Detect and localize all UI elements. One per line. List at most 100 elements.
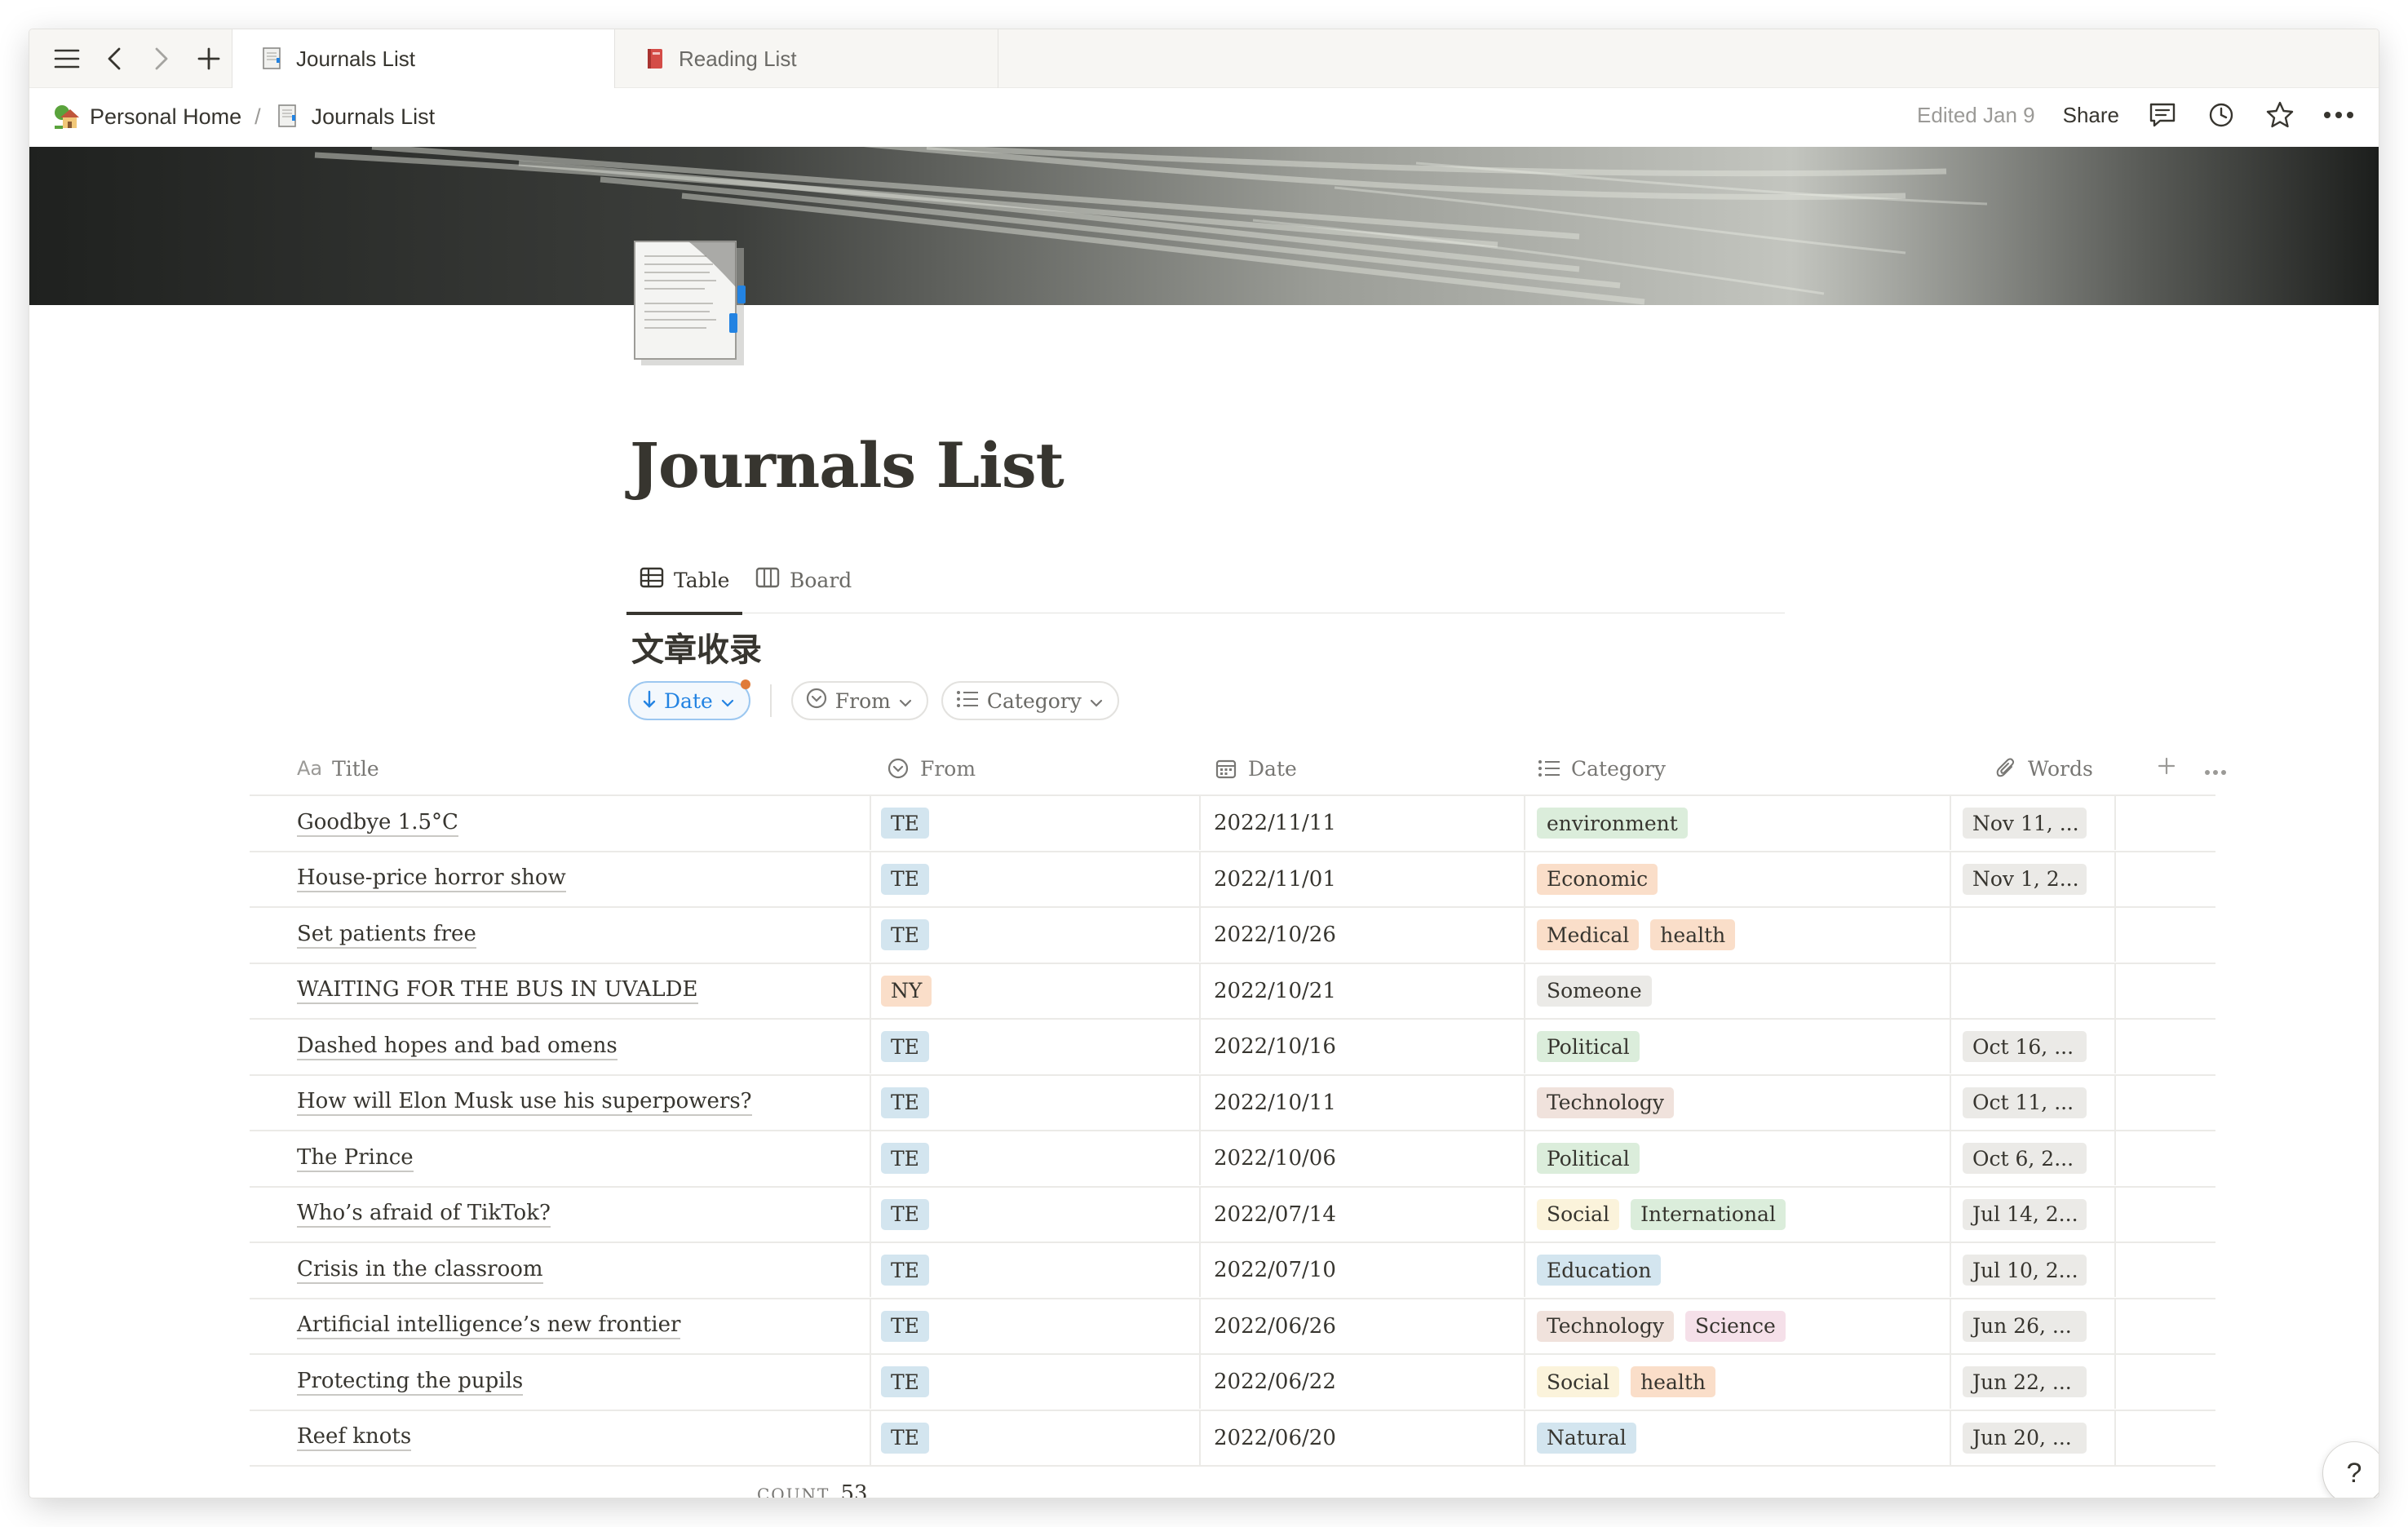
page-title: Journals List <box>630 429 1065 502</box>
cell-from[interactable]: TE <box>881 1411 941 1465</box>
cell-date[interactable]: 2022/10/11 <box>1214 1076 1336 1130</box>
tab-journals-list[interactable]: Journals List <box>232 29 615 88</box>
cell-words[interactable]: Jun 26, ... <box>1963 1299 2087 1353</box>
cell-words[interactable]: Oct 6, 2... <box>1963 1131 2087 1185</box>
cell-title[interactable]: The Prince <box>297 1131 414 1185</box>
cell-title[interactable]: Artificial intelligence’s new frontier <box>297 1299 681 1353</box>
cell-from[interactable]: TE <box>881 1188 941 1242</box>
filter-from-chip[interactable]: From <box>790 681 928 720</box>
cell-date[interactable]: 2022/06/26 <box>1214 1299 1336 1353</box>
cell-from[interactable]: TE <box>881 1131 941 1185</box>
cell-category[interactable]: Technology <box>1537 1076 1685 1130</box>
cell-title[interactable]: Goodbye 1.5°C <box>297 796 458 850</box>
cell-title[interactable]: Dashed hopes and bad omens <box>297 1020 617 1073</box>
cell-category[interactable]: Political <box>1537 1131 1651 1185</box>
cell-from[interactable]: TE <box>881 852 941 906</box>
cell-from[interactable]: TE <box>881 1355 941 1409</box>
column-header-category[interactable]: Category <box>1537 741 1666 796</box>
cell-date[interactable]: 2022/10/06 <box>1214 1131 1336 1185</box>
table-row[interactable]: Crisis in the classroom TE 2022/07/10 Educa… <box>250 1243 2215 1299</box>
table-row[interactable]: Reef knots TE 2022/06/20 Natural Jun 20, ... <box>250 1410 2215 1467</box>
cell-words[interactable]: Nov 11, ... <box>1963 796 2087 850</box>
cell-from[interactable]: TE <box>881 1243 941 1297</box>
cell-date[interactable]: 2022/10/21 <box>1214 964 1336 1018</box>
view-tab-board[interactable]: Board <box>755 560 852 600</box>
column-header-words[interactable]: Words <box>1994 741 2093 796</box>
cell-title[interactable]: Who’s afraid of TikTok? <box>297 1188 551 1242</box>
table-row[interactable]: Artificial intelligence’s new frontier TE… <box>250 1299 2215 1355</box>
comment-icon[interactable] <box>2147 100 2178 131</box>
cell-words[interactable]: Oct 11, ... <box>1963 1076 2087 1130</box>
cell-words[interactable]: Oct 16, ... <box>1963 1020 2087 1073</box>
cell-title[interactable]: WAITING FOR THE BUS IN UVALDE <box>297 964 698 1018</box>
table-row[interactable]: Goodbye 1.5°C TE 2022/11/11 environment Nov … <box>250 796 2215 852</box>
cell-category[interactable]: Medical health <box>1537 908 1746 962</box>
cell-date[interactable]: 2022/06/20 <box>1214 1411 1336 1465</box>
cell-from[interactable]: TE <box>881 1299 941 1353</box>
table-row[interactable]: Set patients free TE 2022/10/26 Medical heal… <box>250 908 2215 964</box>
table-row[interactable]: The Prince TE 2022/10/06 Political Oct 6, 2.… <box>250 1131 2215 1188</box>
table-row[interactable]: Dashed hopes and bad omens TE 2022/10/16 Po… <box>250 1020 2215 1076</box>
cell-category[interactable]: Social health <box>1537 1355 1727 1409</box>
more-options-icon[interactable] <box>2323 100 2354 131</box>
view-tab-table[interactable]: Table <box>640 560 729 600</box>
cell-words[interactable]: Jul 14, 2... <box>1963 1188 2087 1242</box>
cell-category[interactable]: Someone <box>1537 964 1663 1018</box>
cell-date[interactable]: 2022/11/11 <box>1214 796 1336 850</box>
menu-icon[interactable] <box>52 44 82 73</box>
filter-category-chip[interactable]: Category <box>941 681 1119 720</box>
cell-date[interactable]: 2022/06/22 <box>1214 1355 1336 1409</box>
cell-words[interactable]: Jul 10, 2... <box>1963 1243 2087 1297</box>
cell-from[interactable]: TE <box>881 796 941 850</box>
cell-category[interactable]: Economic <box>1537 852 1669 906</box>
cell-title[interactable]: Reef knots <box>297 1411 412 1465</box>
cell-category[interactable]: environment <box>1537 796 1699 850</box>
cell-title[interactable]: Set patients free <box>297 908 476 962</box>
cell-from[interactable]: TE <box>881 1076 941 1130</box>
add-column-button[interactable] <box>2157 741 2176 796</box>
cell-from[interactable]: NY <box>881 964 943 1018</box>
table-options-button[interactable] <box>2204 741 2227 796</box>
table-row[interactable]: Who’s afraid of TikTok? TE 2022/07/14 Socia… <box>250 1187 2215 1243</box>
sort-date-chip[interactable]: Date <box>628 679 750 720</box>
database-table: Aa Title From Date Category Words Goodby… <box>250 741 2226 1467</box>
cell-title[interactable]: House-price horror show <box>297 852 566 906</box>
forward-arrow-icon[interactable] <box>147 44 176 73</box>
table-row[interactable]: House-price horror show TE 2022/11/01 Econo… <box>250 852 2215 908</box>
share-button[interactable]: Share <box>2063 103 2119 128</box>
table-row[interactable]: WAITING FOR THE BUS IN UVALDE NY 2022/10/2… <box>250 963 2215 1020</box>
cell-category[interactable]: Social International <box>1537 1188 1797 1242</box>
cell-from[interactable]: TE <box>881 1020 941 1073</box>
cell-from[interactable]: TE <box>881 908 941 962</box>
cell-date[interactable]: 2022/07/10 <box>1214 1243 1336 1297</box>
column-separator <box>1950 852 1951 906</box>
new-tab-plus-icon[interactable] <box>194 44 224 73</box>
cell-category[interactable]: Technology Science <box>1537 1299 1797 1353</box>
cell-title[interactable]: Protecting the pupils <box>297 1355 524 1409</box>
breadcrumb-current[interactable]: Journals List <box>312 104 436 130</box>
cell-date[interactable]: 2022/10/16 <box>1214 1020 1336 1073</box>
table-row[interactable]: Protecting the pupils TE 2022/06/22 Social h… <box>250 1355 2215 1411</box>
table-row[interactable]: How will Elon Musk use his superpowers? T… <box>250 1075 2215 1131</box>
cell-words[interactable]: Jun 20, ... <box>1963 1411 2087 1465</box>
star-icon[interactable] <box>2264 100 2295 131</box>
cell-date[interactable]: 2022/10/26 <box>1214 908 1336 962</box>
column-header-date[interactable]: Date <box>1214 741 1297 796</box>
tab-reading-list[interactable]: Reading List <box>615 29 998 88</box>
column-header-from[interactable]: From <box>886 741 976 796</box>
breadcrumb-home[interactable]: Personal Home <box>90 104 241 130</box>
help-button[interactable]: ? <box>2323 1442 2379 1498</box>
column-header-title[interactable]: Aa Title <box>297 741 379 796</box>
cell-date[interactable]: 2022/11/01 <box>1214 852 1336 906</box>
cell-category[interactable]: Education <box>1537 1243 1672 1297</box>
cell-title[interactable]: How will Elon Musk use his superpowers? <box>297 1076 752 1130</box>
cell-category[interactable]: Political <box>1537 1020 1651 1073</box>
cell-words[interactable]: Nov 1, 2... <box>1963 852 2087 906</box>
back-arrow-icon[interactable] <box>100 44 129 73</box>
column-separator <box>1950 1131 1951 1185</box>
history-clock-icon[interactable] <box>2206 100 2237 131</box>
cell-words[interactable]: Jun 22, ... <box>1963 1355 2087 1409</box>
cell-title[interactable]: Crisis in the classroom <box>297 1243 543 1297</box>
cell-category[interactable]: Natural <box>1537 1411 1648 1465</box>
cell-date[interactable]: 2022/07/14 <box>1214 1188 1336 1242</box>
